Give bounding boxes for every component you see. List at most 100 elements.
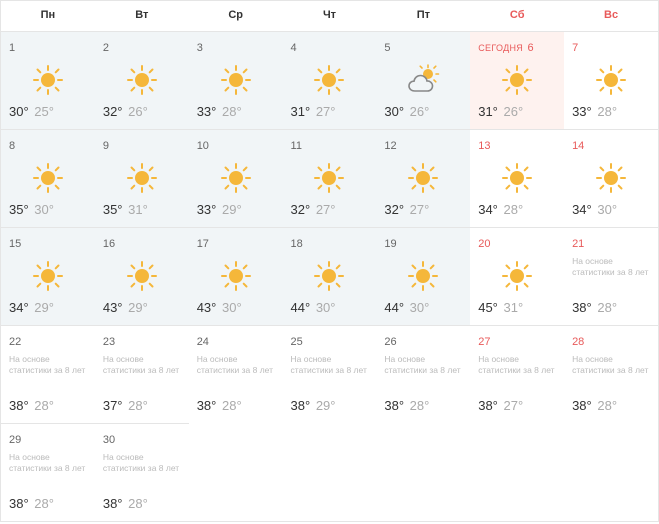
temp-low: 28° bbox=[410, 398, 430, 413]
temp-high: 38° bbox=[291, 398, 311, 413]
day-number: 19 bbox=[384, 238, 396, 250]
temp-high: 38° bbox=[478, 398, 498, 413]
temp-high: 32° bbox=[384, 202, 404, 217]
day-cell[interactable]: 27На основе статистики за 8 лет38° 27° bbox=[470, 325, 564, 423]
temp-low: 31° bbox=[128, 202, 148, 217]
temperature-row: 43° 29° bbox=[103, 300, 181, 315]
cloud-sun-icon bbox=[406, 63, 440, 97]
statistics-note: На основе статистики за 8 лет bbox=[572, 354, 650, 390]
day-cell[interactable]: 1232° 27° bbox=[376, 129, 470, 227]
day-number: 13 bbox=[478, 140, 490, 152]
weekday-header: Пт bbox=[376, 1, 470, 31]
day-number: 20 bbox=[478, 238, 490, 250]
temperature-row: 38° 28° bbox=[9, 496, 87, 511]
temperature-row: 38° 28° bbox=[572, 300, 650, 315]
temp-high: 33° bbox=[572, 104, 592, 119]
day-cell[interactable]: 19 44° 30° bbox=[376, 227, 470, 325]
temp-high: 33° bbox=[197, 104, 217, 119]
day-cell[interactable]: 25На основе статистики за 8 лет38° 29° bbox=[283, 325, 377, 423]
sun-icon bbox=[220, 260, 252, 292]
temp-low: 26° bbox=[410, 104, 430, 119]
temperature-row: 37° 28° bbox=[103, 398, 181, 413]
temperature-row: 35° 31° bbox=[103, 202, 181, 217]
day-cell[interactable]: 23На основе статистики за 8 лет37° 28° bbox=[95, 325, 189, 423]
sun-icon bbox=[313, 260, 345, 292]
temp-high: 31° bbox=[478, 104, 498, 119]
day-cell[interactable]: СЕГОДНЯ 631° 26° bbox=[470, 31, 564, 129]
temperature-row: 45° 31° bbox=[478, 300, 556, 315]
temp-low: 28° bbox=[34, 496, 54, 511]
day-cell[interactable]: 21На основе статистики за 8 лет38° 28° bbox=[564, 227, 658, 325]
day-cell[interactable]: 1334° 28° bbox=[470, 129, 564, 227]
day-cell[interactable]: 29На основе статистики за 8 лет38° 28° bbox=[1, 423, 95, 521]
sun-icon bbox=[126, 64, 158, 96]
day-cell[interactable]: 431° 27° bbox=[283, 31, 377, 129]
day-number: 5 bbox=[384, 42, 390, 54]
temp-low: 27° bbox=[316, 104, 336, 119]
sun-icon bbox=[501, 64, 533, 96]
temp-low: 28° bbox=[597, 104, 617, 119]
day-cell[interactable]: 1 30° 25° bbox=[1, 31, 95, 129]
temperature-row: 31° 27° bbox=[291, 104, 369, 119]
temp-low: 28° bbox=[128, 398, 148, 413]
day-cell[interactable]: 835° 30° bbox=[1, 129, 95, 227]
temp-high: 31° bbox=[291, 104, 311, 119]
temp-low: 29° bbox=[222, 202, 242, 217]
statistics-note: На основе статистики за 8 лет bbox=[197, 354, 275, 390]
temperature-row: 44° 30° bbox=[384, 300, 462, 315]
temp-low: 28° bbox=[597, 300, 617, 315]
day-cell[interactable]: 18 44° 30° bbox=[283, 227, 377, 325]
day-cell[interactable]: 1132° 27° bbox=[283, 129, 377, 227]
day-cell[interactable]: 232° 26° bbox=[95, 31, 189, 129]
temp-low: 30° bbox=[34, 202, 54, 217]
temperature-row: 44° 30° bbox=[291, 300, 369, 315]
day-cell[interactable]: 28На основе статистики за 8 лет38° 28° bbox=[564, 325, 658, 423]
temperature-row: 30° 25° bbox=[9, 104, 87, 119]
temperature-row: 38° 28° bbox=[197, 398, 275, 413]
day-cell[interactable]: 333° 28° bbox=[189, 31, 283, 129]
temp-high: 44° bbox=[291, 300, 311, 315]
statistics-note: На основе статистики за 8 лет bbox=[103, 452, 181, 488]
day-cell[interactable]: 1534° 29° bbox=[1, 227, 95, 325]
sun-icon bbox=[407, 162, 439, 194]
day-cell[interactable]: 20 45° 31° bbox=[470, 227, 564, 325]
temperature-row: 34° 29° bbox=[9, 300, 87, 315]
temp-low: 28° bbox=[504, 202, 524, 217]
day-cell[interactable]: 733° 28° bbox=[564, 31, 658, 129]
temperature-row: 38° 27° bbox=[478, 398, 556, 413]
temp-low: 26° bbox=[128, 104, 148, 119]
sun-icon bbox=[407, 260, 439, 292]
temp-high: 45° bbox=[478, 300, 498, 315]
temperature-row: 34° 30° bbox=[572, 202, 650, 217]
temp-low: 30° bbox=[316, 300, 336, 315]
weekday-header: Чт bbox=[283, 1, 377, 31]
day-cell[interactable]: 9 35° 31° bbox=[95, 129, 189, 227]
temperature-row: 31° 26° bbox=[478, 104, 556, 119]
sun-icon bbox=[32, 64, 64, 96]
temp-low: 30° bbox=[597, 202, 617, 217]
day-cell[interactable]: 22На основе статистики за 8 лет38° 28° bbox=[1, 325, 95, 423]
temp-low: 30° bbox=[222, 300, 242, 315]
day-number: 1 bbox=[9, 42, 15, 54]
day-cell[interactable]: 1743° 30° bbox=[189, 227, 283, 325]
temp-high: 30° bbox=[384, 104, 404, 119]
day-number: 23 bbox=[103, 336, 115, 348]
temp-high: 38° bbox=[9, 398, 29, 413]
day-number: 18 bbox=[291, 238, 303, 250]
temp-high: 38° bbox=[103, 496, 123, 511]
temp-high: 38° bbox=[9, 496, 29, 511]
day-cell[interactable]: 30На основе статистики за 8 лет38° 28° bbox=[95, 423, 189, 521]
day-number: 24 bbox=[197, 336, 209, 348]
day-cell[interactable]: 1643° 29° bbox=[95, 227, 189, 325]
weekday-header-row: ПнВтСрЧтПтСбВс bbox=[1, 1, 658, 31]
day-number: 29 bbox=[9, 434, 21, 446]
statistics-note: На основе статистики за 8 лет bbox=[9, 354, 87, 390]
day-cell[interactable]: 1033° 29° bbox=[189, 129, 283, 227]
statistics-note: На основе статистики за 8 лет bbox=[384, 354, 462, 390]
day-cell[interactable]: 26На основе статистики за 8 лет38° 28° bbox=[376, 325, 470, 423]
day-cell[interactable]: 24 На основе статистики за 8 лет 38° 28° bbox=[189, 325, 283, 423]
day-cell[interactable]: 1434° 30° bbox=[564, 129, 658, 227]
day-cell[interactable]: 5 30° 26° bbox=[376, 31, 470, 129]
temperature-row: 33° 28° bbox=[572, 104, 650, 119]
day-number: 9 bbox=[103, 140, 109, 152]
